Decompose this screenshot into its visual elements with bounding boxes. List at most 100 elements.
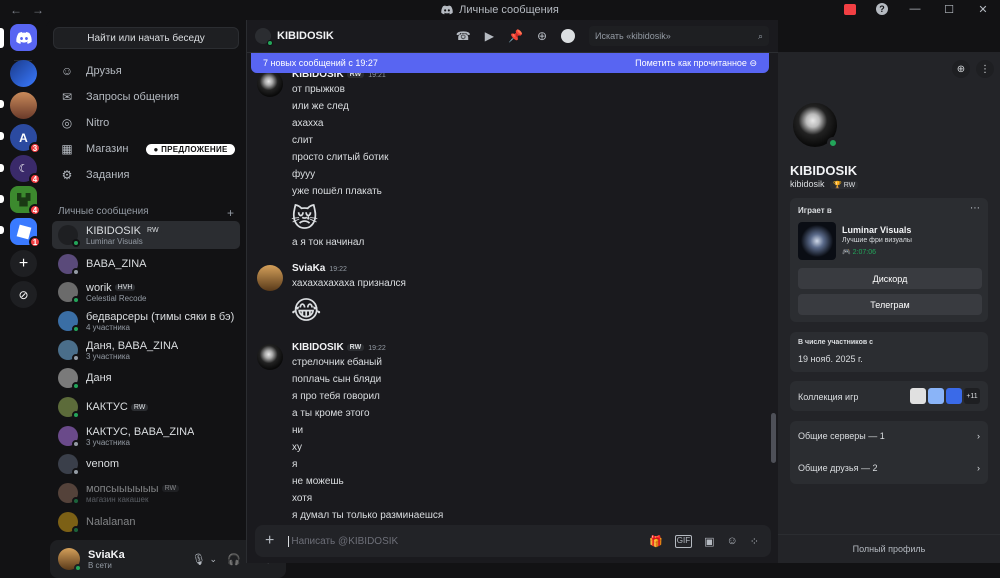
attach-plus-icon[interactable]: +	[265, 532, 274, 550]
more-options-icon[interactable]: ⋮	[976, 60, 994, 78]
close-button[interactable]: ✕	[976, 2, 990, 16]
mark-as-read-button[interactable]: Пометить как прочитанное ⊖	[635, 58, 757, 69]
server-icon[interactable]	[10, 92, 37, 119]
game-collection-card[interactable]: Коллекция игр +11	[790, 381, 988, 411]
add-friend-icon[interactable]: ⊕	[952, 60, 970, 78]
server-icon[interactable]	[10, 60, 37, 87]
message-avatar[interactable]	[257, 73, 283, 97]
discord-link-button[interactable]: Дискорд	[798, 268, 982, 289]
help-icon[interactable]: ?	[876, 3, 888, 15]
dm-name: venom	[86, 458, 120, 470]
full-profile-link[interactable]: Полный профиль	[778, 534, 1000, 562]
clan-tag: RW	[346, 343, 365, 351]
video-call-icon[interactable]: ▶	[485, 29, 494, 43]
server-badge: 4	[29, 204, 41, 216]
maximize-button[interactable]: ☐	[942, 2, 956, 16]
dm-name: KIBIDOSIK	[86, 224, 142, 237]
mark-read-icon: ⊖	[749, 57, 757, 68]
pinned-messages-icon[interactable]: 📌	[508, 29, 523, 43]
message-author[interactable]: KIBIDOSIK RW 19:22	[292, 342, 386, 353]
message-text: ху	[292, 442, 302, 453]
dm-item[interactable]: бедварсеры (тимы сяки в бэ) 4 участника	[52, 307, 240, 335]
nav-shop[interactable]: ▦ Магазин ● ПРЕДЛОЖЕНИЕ	[54, 137, 240, 161]
message-list: KIBIDOSIK RW 19:21 от прыжков или же след аха…	[247, 73, 779, 538]
dm-name: КАКТУС, BABA_ZINA	[86, 425, 195, 438]
dm-title-row: BABA_ZINA	[86, 258, 147, 270]
scrollbar-thumb[interactable]	[771, 413, 776, 463]
chat-search-input[interactable]: Искать «kibidosik» ⌕	[589, 26, 769, 46]
dm-item[interactable]: KIBIDOSIK RW Luminar Visuals	[52, 221, 240, 249]
find-conversation-button[interactable]: Найти или начать беседу	[53, 27, 239, 49]
server-icon[interactable]: A 3	[10, 124, 41, 154]
mutual-friends-row[interactable]: Общие друзья — 2 ›	[798, 463, 980, 473]
more-games-count: +11	[964, 388, 980, 404]
emoji-icon[interactable]: ☺	[727, 535, 738, 548]
dm-item[interactable]: КАКТУС RW	[52, 393, 240, 421]
online-status	[72, 268, 80, 276]
online-status	[72, 354, 80, 362]
dm-item[interactable]: BABA_ZINA	[52, 250, 240, 278]
user-profile-toggle-icon[interactable]	[561, 29, 575, 43]
dm-item[interactable]: Даня	[52, 364, 240, 392]
dm-title-row: КАКТУС RW	[86, 401, 149, 413]
message-avatar[interactable]	[257, 344, 283, 370]
create-dm-plus-icon[interactable]: +	[227, 206, 234, 220]
message-text: ахахха	[292, 118, 324, 129]
explore-compass-icon[interactable]: ⊘	[10, 281, 37, 308]
dm-item[interactable]: мопсыыыыыы RW магазин какашек	[52, 479, 240, 507]
user-avatar[interactable]	[58, 548, 82, 572]
add-friends-to-dm-icon[interactable]: ⊕	[537, 29, 547, 43]
dm-avatar	[58, 254, 80, 276]
dm-title-row: КАКТУС, BABA_ZINA	[86, 426, 194, 438]
mutual-servers-row[interactable]: Общие серверы — 1 ›	[798, 431, 980, 441]
apps-icon[interactable]: ⁘	[750, 535, 759, 548]
new-messages-bar[interactable]: 7 новых сообщений с 19:27 Пометить как п…	[251, 53, 769, 73]
sticker-icon[interactable]: ▣	[704, 535, 714, 548]
nav-friends[interactable]: ☺ Друзья	[54, 59, 240, 83]
dm-item[interactable]: КАКТУС, BABA_ZINA 3 участника	[52, 422, 240, 450]
gif-icon[interactable]: GIF	[674, 534, 693, 548]
online-status	[72, 411, 80, 419]
message-text: а ты кроме этого	[292, 408, 370, 419]
message-text: уже пошёл плакать	[292, 186, 382, 197]
inbox-icon[interactable]	[844, 3, 856, 15]
dm-item[interactable]: venom	[52, 450, 240, 478]
composer-input[interactable]: Написать @KIBIDOSIK	[288, 535, 649, 547]
message-timestamp: 19:21	[368, 73, 386, 79]
server-icon[interactable]: 1	[10, 218, 41, 248]
roblox-game-icon	[910, 388, 926, 404]
minimize-button[interactable]: —	[908, 2, 922, 16]
dm-avatar	[58, 483, 80, 505]
telegram-link-button[interactable]: Телеграм	[798, 294, 982, 315]
server-icon[interactable]: ☾ 4	[10, 155, 41, 185]
dm-item[interactable]: worik HVH Celestial Recode	[52, 278, 240, 306]
message-text: ни	[292, 425, 304, 436]
microphone-icon[interactable]: 🎙	[192, 553, 206, 566]
message-avatar[interactable]	[257, 265, 283, 291]
add-server-button[interactable]: +	[10, 250, 37, 277]
clan-tag: HVH	[114, 284, 136, 291]
dm-subtitle: магазин какашек	[86, 494, 149, 504]
dm-item[interactable]: Nalalanan	[52, 508, 240, 536]
activity-more-icon[interactable]: ⋯	[970, 203, 980, 214]
nav-nitro[interactable]: ◎ Nitro	[54, 111, 240, 135]
title-bar: ← → Личные сообщения ? — ☐ ✕	[0, 0, 1000, 20]
online-status	[72, 325, 80, 333]
nav-message-requests[interactable]: ✉ Запросы общения	[54, 85, 240, 109]
home-dm-button[interactable]	[10, 24, 37, 51]
game-collection-label: Коллекция игр	[798, 392, 859, 402]
unread-indicator	[0, 226, 4, 234]
gift-icon[interactable]: 🎁	[649, 535, 663, 548]
envelope-icon: ✉	[61, 90, 73, 104]
nav-quests[interactable]: ⚙ Задания	[54, 163, 240, 187]
headphones-icon[interactable]: 🎧	[227, 553, 241, 566]
dm-name: Nalalanan	[86, 516, 136, 528]
dm-item[interactable]: Даня, BABA_ZINA 3 участника	[52, 336, 240, 364]
server-icon[interactable]: 4	[10, 186, 41, 216]
channel-avatar	[255, 28, 273, 46]
message-author[interactable]: SviaKa 19:22	[292, 263, 347, 274]
voice-call-icon[interactable]: ☎	[456, 29, 471, 43]
message-author[interactable]: KIBIDOSIK RW 19:21	[292, 73, 386, 80]
mutuals-card: Общие серверы — 1 › Общие друзья — 2 ›	[790, 421, 988, 484]
message-text: фууу	[292, 169, 316, 180]
